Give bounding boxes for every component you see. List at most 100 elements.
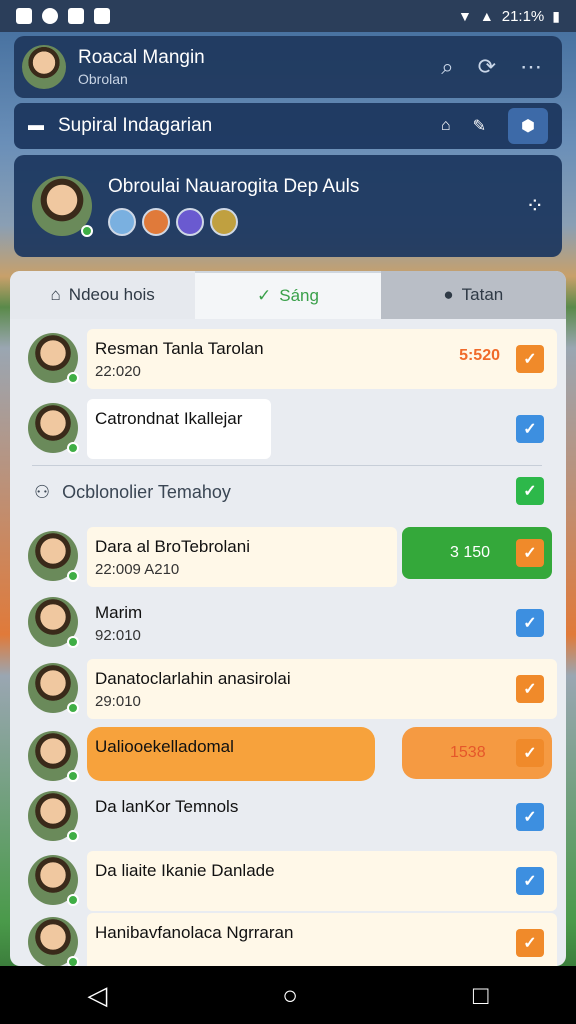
message-time: 22:020 [95,363,141,380]
chat-row[interactable]: Dara al BroTebrolani 22:009 A210 3 150 ✓ [10,525,566,589]
tab-label: Tatan [461,285,504,304]
member-avatar[interactable] [108,208,136,236]
online-status-dot [67,442,79,454]
tab-icon: ⌂ [50,285,61,304]
member-avatar[interactable] [210,208,238,236]
chat-bubble: Danatoclarlahin anasirolai 29:010 [87,659,557,719]
group-icon: ⚇ [34,481,51,502]
refresh-icon[interactable]: ⟳ [478,54,496,80]
tab-0[interactable]: ⌂ Ndeou hois [10,271,196,319]
chat-bubble: Da lanKor Temnols [87,787,287,847]
notification-icon [42,8,58,24]
contact-name: Da lanKor Temnols [95,797,239,816]
contact-name: Catrondnat Ikallejar [95,409,243,428]
profile-avatar [32,176,93,237]
contact-avatar [28,597,79,648]
notification-icon [94,8,110,24]
subbar-label: Supiral Indagarian [58,115,213,136]
online-status-dot [67,894,79,906]
app-avatar[interactable] [22,45,66,89]
chat-row[interactable]: Catrondnat Ikallejar ✓ [10,397,566,461]
back-icon[interactable]: ◁ [87,980,107,1011]
tab-icon: ✓ [257,286,272,305]
online-status-dot [67,770,79,782]
app-subtitle: Obrolan [78,71,128,87]
contact-name: Ualiooekelladomal [95,737,234,756]
chat-bubble: Catrondnat Ikallejar [87,399,271,459]
app-actions: ⌕ ⟳ ⋯ [441,54,554,80]
contact-avatar [28,403,79,454]
notification-icon [68,8,84,24]
group-icon[interactable]: ⁘ [526,193,544,219]
chat-bubble: Ualiooekelladomal [87,727,375,781]
tab-label: Ndeou hois [68,285,155,304]
contact-avatar [28,663,79,714]
contact-name: Danatoclarlahin anasirolai [95,669,291,688]
more-icon[interactable]: ⋯ [520,54,542,80]
divider [32,465,542,466]
checkbox[interactable]: ✓ [516,539,544,567]
contact-name: Da liaite Ikanie Danlade [95,861,275,880]
online-status-dot [67,830,79,842]
message-time: 29:010 [95,693,141,710]
amount-label: 3 150 [450,544,491,561]
chat-bubble: Hanibavfanolaca Ngrraran [87,913,557,966]
online-status-dot [67,702,79,714]
member-avatar[interactable] [176,208,204,236]
checkbox[interactable]: ✓ [516,803,544,831]
checkbox[interactable]: ✓ [516,609,544,637]
chat-icon: ▬ [28,117,44,134]
tab-2[interactable]: ● Tatan [380,271,566,319]
wifi-icon: ▼ [458,8,472,24]
checkbox[interactable]: ✓ [516,739,544,767]
home-circle-icon[interactable]: ○ [282,980,298,1011]
status-icons-right: ▼ ▲ 21:1% ▮ [458,8,560,25]
member-avatar[interactable] [142,208,170,236]
chat-row[interactable]: Hanibavfanolaca Ngrraran ✓ [10,911,566,966]
contact-name: Marim [95,603,143,622]
chat-row[interactable]: Da liaite Ikanie Danlade ✓ [10,849,566,913]
contact-avatar [28,855,79,906]
tab-1[interactable]: ✓ Sáng [195,271,381,319]
online-status-dot [67,570,79,582]
status-time: 21:1% [501,7,545,25]
section-label: Ocblonolier Temahoy [62,481,231,502]
contact-avatar [28,531,79,582]
checkbox[interactable]: ✓ [516,345,544,373]
home-icon[interactable]: ⌂ [441,117,451,135]
message-time: 92:010 [95,627,141,644]
checkbox[interactable]: ✓ [516,867,544,895]
contact-avatar [28,333,79,384]
app-titles: Roacal Mangin Obrolan [78,47,205,87]
system-nav-bar: ◁ ○ □ [0,966,576,1024]
chat-bubble: Marim 92:010 [87,593,207,653]
profile-card[interactable]: Obroulai Nauarogita Dep Auls ⁘ [14,155,562,257]
amount-label: 1538 [450,744,486,761]
chat-bubble: Da liaite Ikanie Danlade [87,851,557,911]
checkbox[interactable]: ✓ [516,477,544,505]
subbar-actions: ⌂ ✎ ⬢ [441,108,548,144]
search-icon[interactable]: ⌕ [441,54,453,80]
online-status-dot [67,956,79,966]
shield-button[interactable]: ⬢ [508,108,548,144]
status-bar: ▼ ▲ 21:1% ▮ [0,0,576,32]
chat-row[interactable]: Ualiooekelladomal 1538 ✓ [10,725,566,789]
checkbox[interactable]: ✓ [516,415,544,443]
member-avatars [108,208,359,236]
battery-icon: ▮ [552,7,560,24]
chat-row[interactable]: Da lanKor Temnols ✓ [10,785,566,849]
online-status-dot [81,225,93,237]
checkbox[interactable]: ✓ [516,675,544,703]
edit-icon[interactable]: ✎ [473,116,486,136]
chat-bubble: Dara al BroTebrolani 22:009 A210 [87,527,397,587]
contact-name: Dara al BroTebrolani [95,537,250,556]
chat-row[interactable]: Marim 92:010 ✓ [10,591,566,655]
recents-icon[interactable]: □ [473,980,489,1011]
online-status-dot [67,636,79,648]
contact-avatar [28,731,79,782]
tab-bar: ⌂ Ndeou hois ✓ Sáng ● Tatan [10,271,566,319]
chat-row[interactable]: Danatoclarlahin anasirolai 29:010 ✓ [10,657,566,721]
contact-name: Hanibavfanolaca Ngrraran [95,923,294,942]
checkbox[interactable]: ✓ [516,929,544,957]
chat-row[interactable]: Resman Tanla Tarolan 22:020 5:520 ✓ [10,327,566,391]
